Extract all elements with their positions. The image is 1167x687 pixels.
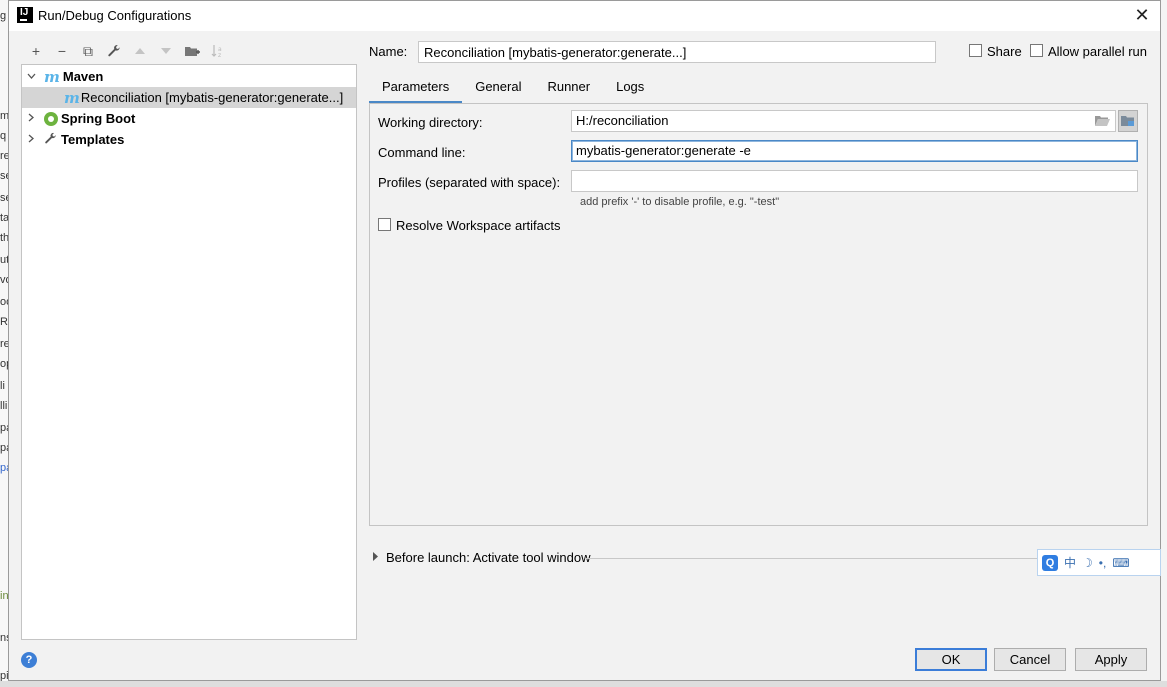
- profiles-label: Profiles (separated with space):: [378, 175, 561, 190]
- ide-fragment: g: [0, 10, 7, 22]
- share-label: Share: [987, 44, 1022, 59]
- tree-item-spring-boot[interactable]: Spring Boot: [22, 108, 356, 129]
- ide-fragment: ns: [0, 632, 8, 644]
- before-launch-label: Before launch: Activate tool window: [386, 550, 591, 565]
- checkbox-box[interactable]: [378, 218, 391, 231]
- ide-fragment: in: [0, 590, 8, 602]
- resolve-workspace-checkbox[interactable]: Resolve Workspace artifacts: [378, 218, 561, 233]
- ide-status-bar: [0, 681, 1167, 687]
- profiles-hint: add prefix '-' to disable profile, e.g. …: [580, 196, 780, 208]
- divider: [585, 558, 1055, 559]
- resolve-workspace-label: Resolve Workspace artifacts: [396, 218, 561, 233]
- apply-button[interactable]: Apply: [1075, 648, 1147, 671]
- ide-fragment: li: [0, 380, 5, 392]
- tree-label: Maven: [62, 69, 104, 84]
- sort-icon[interactable]: az: [205, 41, 231, 61]
- ide-fragment: vo: [0, 274, 8, 286]
- ide-fragment: op: [0, 358, 8, 370]
- ok-button[interactable]: OK: [915, 648, 987, 671]
- chevron-down-icon[interactable]: [24, 71, 38, 82]
- working-directory-field[interactable]: H:/reconciliation: [571, 110, 1116, 132]
- ime-toolbar: Q 中 ☽ •, ⌨: [1037, 549, 1161, 576]
- remove-icon[interactable]: −: [49, 41, 75, 61]
- ide-fragment: pa: [0, 422, 8, 434]
- chevron-right-icon[interactable]: [24, 113, 38, 125]
- cancel-button[interactable]: Cancel: [994, 648, 1066, 671]
- ide-background-left: g m q re se se ta th ut vo oo Re re op l…: [0, 0, 8, 687]
- chevron-right-icon[interactable]: [373, 552, 378, 563]
- dialog-title: Run/Debug Configurations: [38, 8, 192, 23]
- tree-label: Templates: [61, 132, 125, 147]
- share-checkbox[interactable]: Share: [969, 44, 1022, 59]
- tab-logs[interactable]: Logs: [603, 73, 657, 101]
- add-icon[interactable]: +: [23, 41, 49, 61]
- move-down-icon[interactable]: [153, 41, 179, 61]
- tree-item-maven[interactable]: m Maven: [22, 66, 356, 87]
- ime-logo-icon[interactable]: Q: [1042, 554, 1058, 571]
- allow-parallel-run-label: Allow parallel run: [1048, 44, 1147, 59]
- configuration-tree: m Maven m Reconciliation [mybatis-genera…: [21, 64, 357, 640]
- punctuation-icon[interactable]: •,: [1099, 556, 1107, 570]
- title-bar: IJ Run/Debug Configurations ✕: [9, 1, 1160, 31]
- help-icon[interactable]: ?: [21, 652, 37, 668]
- ide-fragment: Re: [0, 316, 8, 328]
- command-line-label: Command line:: [378, 145, 466, 160]
- ide-fragment: th: [0, 232, 8, 244]
- tree-item-templates[interactable]: Templates: [22, 129, 356, 150]
- spring-boot-icon: [44, 111, 58, 126]
- run-debug-dialog: IJ Run/Debug Configurations ✕ + − ⧉ az m: [8, 0, 1161, 681]
- profiles-field[interactable]: [571, 170, 1138, 192]
- command-line-field[interactable]: mybatis-generator:generate -e: [571, 140, 1138, 162]
- maven-icon: m: [64, 88, 80, 107]
- name-field[interactable]: [418, 41, 936, 63]
- checkbox-box[interactable]: [1030, 44, 1043, 57]
- ide-fragment: se: [0, 192, 8, 204]
- ide-fragment: re: [0, 150, 8, 162]
- ide-fragment: se: [0, 170, 8, 182]
- moon-icon[interactable]: ☽: [1082, 556, 1093, 570]
- folder-icon[interactable]: [1092, 111, 1112, 131]
- move-up-icon[interactable]: [127, 41, 153, 61]
- ide-fragment: m: [0, 110, 8, 122]
- checkbox-box[interactable]: [969, 44, 982, 57]
- keyboard-icon[interactable]: ⌨: [1112, 556, 1129, 570]
- ide-fragment: lli: [0, 400, 8, 412]
- svg-text:z: z: [218, 52, 221, 58]
- wrench-icon[interactable]: [101, 41, 127, 61]
- ide-fragment: ut: [0, 254, 8, 266]
- chevron-right-icon[interactable]: [24, 134, 38, 146]
- maven-icon: m: [44, 67, 60, 86]
- ide-fragment: re: [0, 338, 8, 350]
- tree-item-reconciliation[interactable]: m Reconciliation [mybatis-generator:gene…: [22, 87, 356, 108]
- tree-label: Reconciliation [mybatis-generator:genera…: [80, 90, 344, 105]
- tab-general[interactable]: General: [462, 73, 534, 101]
- copy-icon[interactable]: ⧉: [75, 41, 101, 61]
- ide-fragment: oo: [0, 296, 8, 308]
- parameters-panel: Working directory: H:/reconciliation Com…: [369, 103, 1148, 526]
- ide-fragment: q: [0, 130, 7, 142]
- tree-label: Spring Boot: [61, 111, 136, 126]
- ide-background-right: [1161, 0, 1167, 687]
- new-folder-icon[interactable]: [179, 41, 205, 61]
- before-launch-section[interactable]: Before launch: Activate tool window: [373, 550, 591, 565]
- tab-runner[interactable]: Runner: [534, 73, 603, 101]
- ide-fragment: pa: [0, 442, 8, 454]
- ide-fragment: pa: [0, 462, 8, 474]
- allow-parallel-run-checkbox[interactable]: Allow parallel run: [1030, 44, 1147, 59]
- config-tabs: Parameters General Runner Logs: [369, 73, 657, 103]
- working-directory-label: Working directory:: [378, 115, 483, 130]
- ide-fragment: ta: [0, 212, 8, 224]
- wrench-icon: [44, 132, 57, 148]
- ime-language-toggle[interactable]: 中: [1064, 554, 1076, 571]
- intellij-icon: IJ: [17, 7, 33, 23]
- close-button[interactable]: ✕: [1132, 5, 1152, 25]
- tab-parameters[interactable]: Parameters: [369, 73, 463, 103]
- config-toolbar: + − ⧉ az: [23, 41, 231, 61]
- name-label: Name:: [369, 44, 408, 59]
- module-folder-icon[interactable]: [1118, 110, 1138, 132]
